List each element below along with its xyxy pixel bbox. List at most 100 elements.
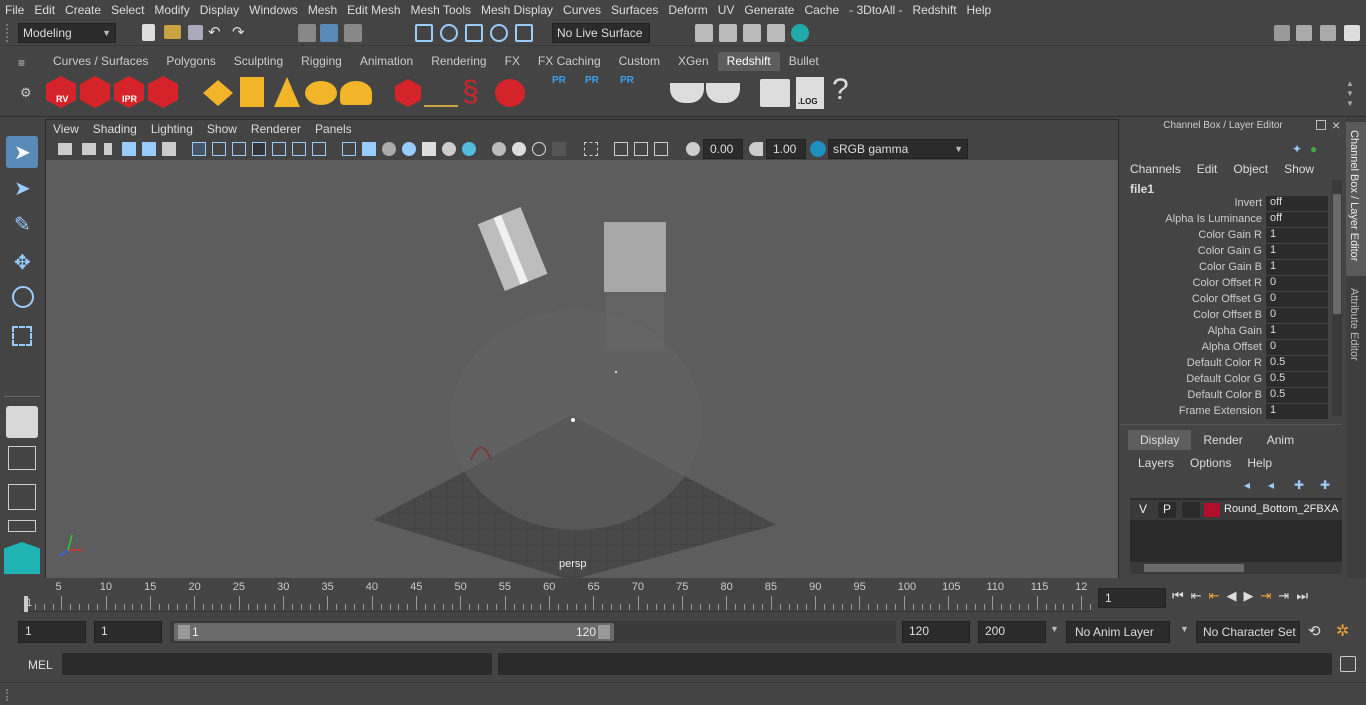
bookmark-icon[interactable] xyxy=(104,143,112,155)
shelf-tab-fx-caching[interactable]: FX Caching xyxy=(529,52,610,71)
shelf-tab-bullet[interactable]: Bullet xyxy=(780,52,828,71)
step-back-frame-icon[interactable]: ⇤ xyxy=(1191,588,1202,608)
attribute-row[interactable]: Frame Extension 1 xyxy=(1120,404,1330,420)
attribute-value[interactable]: 1 xyxy=(1266,404,1328,419)
layer-menu-help[interactable]: Help xyxy=(1247,456,1272,470)
attribute-row[interactable]: Color Gain B 1 xyxy=(1120,260,1330,276)
menu-surfaces[interactable]: Surfaces xyxy=(606,3,663,17)
attribute-editor-icon[interactable] xyxy=(1296,25,1312,41)
safe-action-icon[interactable] xyxy=(292,142,306,156)
menu-file[interactable]: File xyxy=(0,3,29,17)
command-input[interactable] xyxy=(62,653,492,675)
attribute-value[interactable]: 0 xyxy=(1266,308,1328,323)
layer-playback-toggle[interactable]: P xyxy=(1158,502,1176,518)
backface-culling-icon[interactable] xyxy=(654,142,668,156)
menu-cache[interactable]: Cache xyxy=(799,3,844,17)
single-perspective-layout-icon[interactable] xyxy=(6,406,38,438)
attribute-value[interactable]: 0.5 xyxy=(1266,372,1328,387)
shelf-settings-gear-icon[interactable]: ⚙ xyxy=(20,85,32,101)
grip-handle[interactable] xyxy=(6,24,14,42)
snap-live-icon[interactable] xyxy=(515,24,533,42)
shelf-scroll-arrows[interactable]: ▲ ▼ ▼ xyxy=(1346,79,1354,109)
camera-attributes-icon[interactable] xyxy=(58,143,72,155)
redshift-hair-icon[interactable] xyxy=(424,85,458,107)
attribute-value[interactable]: 0.5 xyxy=(1266,388,1328,403)
redshift-curve-icon[interactable]: § xyxy=(462,77,492,109)
redshift-proxy-icon[interactable] xyxy=(395,79,421,107)
screen-space-ao-icon[interactable] xyxy=(462,142,476,156)
playback-end-field[interactable]: 120 xyxy=(902,621,970,643)
attribute-row[interactable]: Invert off xyxy=(1120,196,1330,212)
character-set-dropdown[interactable]: No Character Set xyxy=(1196,621,1300,643)
attribute-value[interactable]: 1 xyxy=(1266,244,1328,259)
use-all-lights-icon[interactable] xyxy=(422,142,436,156)
float-panel-icon[interactable] xyxy=(1316,120,1326,130)
menu-uv[interactable]: UV xyxy=(713,3,740,17)
layer-display-type-toggle[interactable] xyxy=(1182,502,1200,518)
viewport-menu-show[interactable]: Show xyxy=(200,120,244,139)
redshift-ipr-icon[interactable]: IPR xyxy=(114,76,144,108)
play-backwards-icon[interactable]: ◀ xyxy=(1227,588,1237,608)
attribute-value[interactable]: 0 xyxy=(1266,276,1328,291)
pr-render-icon[interactable]: PR xyxy=(552,75,578,111)
layer-tab-render[interactable]: Render xyxy=(1191,430,1254,450)
attribute-row[interactable]: Color Gain G 1 xyxy=(1120,244,1330,260)
channel-menu-object[interactable]: Object xyxy=(1233,162,1268,176)
go-to-end-icon[interactable]: ⏭ xyxy=(1296,588,1308,608)
save-scene-icon[interactable] xyxy=(188,25,203,40)
shelf-tab-fx[interactable]: FX xyxy=(496,52,529,71)
select-hierarchy-icon[interactable] xyxy=(298,24,316,42)
menu-create[interactable]: Create xyxy=(60,3,106,17)
redo-icon[interactable]: ↷ xyxy=(232,23,245,41)
film-gate-icon[interactable] xyxy=(212,142,226,156)
attribute-row[interactable]: Color Offset B 0 xyxy=(1120,308,1330,324)
play-forwards-icon[interactable]: ▶ xyxy=(1244,588,1254,608)
redshift-render-view-icon[interactable]: RV xyxy=(46,76,76,108)
attribute-row[interactable]: Alpha Gain 1 xyxy=(1120,324,1330,340)
persp-outliner-layout-icon[interactable] xyxy=(8,484,36,510)
step-forward-key-icon[interactable]: ⇥ xyxy=(1261,588,1272,608)
smooth-shade-icon[interactable] xyxy=(362,142,376,156)
layer-scroll-thumb[interactable] xyxy=(1144,564,1244,572)
anti-aliasing-icon[interactable] xyxy=(512,142,526,156)
shelf-tab-rigging[interactable]: Rigging xyxy=(292,52,351,71)
motion-blur-icon[interactable] xyxy=(492,142,506,156)
safe-title-icon[interactable] xyxy=(312,142,326,156)
live-surface-field[interactable]: No Live Surface xyxy=(552,23,650,43)
bake-icon[interactable] xyxy=(670,83,704,103)
shelf-tab-animation[interactable]: Animation xyxy=(351,52,422,71)
command-language-label[interactable]: MEL xyxy=(28,658,53,672)
channel-box-mode-icon[interactable]: ✦ xyxy=(1292,142,1302,156)
color-management-icon[interactable] xyxy=(810,141,826,157)
grip-handle[interactable] xyxy=(6,689,12,701)
xray-joints-icon[interactable] xyxy=(614,142,628,156)
chevron-down-icon[interactable]: ▼ xyxy=(1050,624,1059,634)
layer-row[interactable]: V P Round_Bottom_2FBXA xyxy=(1130,500,1342,520)
viewport-menu-shading[interactable]: Shading xyxy=(86,120,144,139)
channel-box-icon[interactable] xyxy=(1344,25,1360,41)
current-frame-field[interactable]: 1 xyxy=(1098,588,1166,608)
layer-tab-anim[interactable]: Anim xyxy=(1255,430,1306,450)
playback-start-field[interactable]: 1 xyxy=(94,621,162,643)
viewport-menu-view[interactable]: View xyxy=(46,120,86,139)
attribute-value[interactable]: off xyxy=(1266,196,1328,211)
step-back-key-icon[interactable]: ⇤ xyxy=(1209,588,1220,608)
shelf-tab-redshift[interactable]: Redshift xyxy=(717,52,780,71)
attribute-row[interactable]: Alpha Offset 0 xyxy=(1120,340,1330,356)
end-time-field[interactable]: 200 xyxy=(978,621,1046,643)
shelf-tab-curves-surfaces[interactable]: Curves / Surfaces xyxy=(44,52,157,71)
attribute-value[interactable]: 0 xyxy=(1266,340,1328,355)
create-layer-from-selected-icon[interactable]: ✚ xyxy=(1320,478,1330,492)
snap-point-icon[interactable] xyxy=(465,24,483,42)
render-settings-icon[interactable] xyxy=(767,24,785,42)
field-chart-icon[interactable] xyxy=(272,142,286,156)
close-icon[interactable]: × xyxy=(1332,117,1340,133)
menu-3dtoall[interactable]: - 3DtoAll - xyxy=(844,3,907,17)
pen-icon[interactable] xyxy=(162,142,176,156)
channel-scrollbar[interactable] xyxy=(1332,180,1342,416)
channel-menu-show[interactable]: Show xyxy=(1284,162,1314,176)
resolution-gate-icon[interactable] xyxy=(232,142,246,156)
render-view-icon[interactable] xyxy=(695,24,713,42)
menu-mesh[interactable]: Mesh xyxy=(303,3,342,17)
attribute-value[interactable]: 0.5 xyxy=(1266,356,1328,371)
